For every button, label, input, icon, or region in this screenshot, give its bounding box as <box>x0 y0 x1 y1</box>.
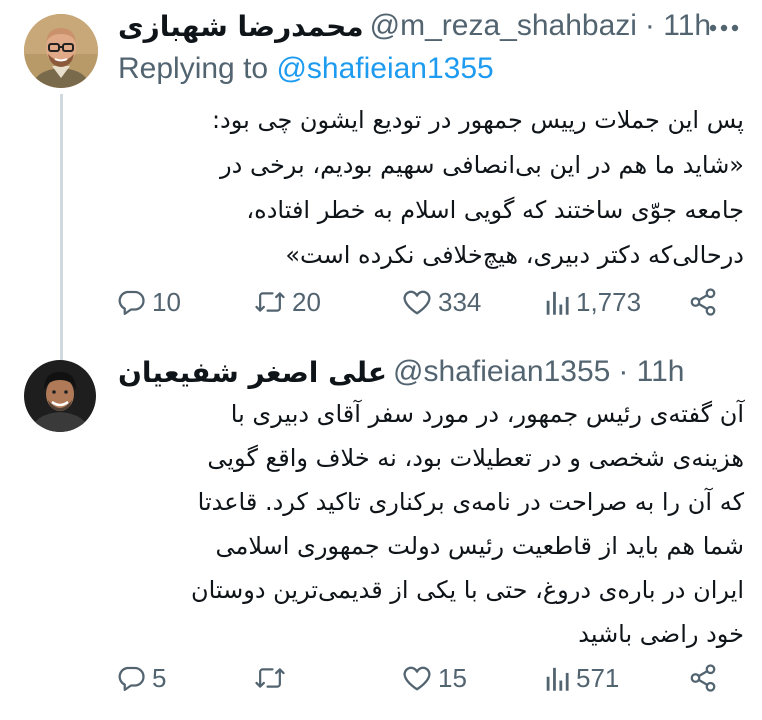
tweet-text-line: جامعه جوّی ساختند که گویی اسلام به خطر ا… <box>246 196 744 224</box>
like-count: 15 <box>438 662 467 693</box>
tweet[interactable]: محمدرضا شهبازی @m_reza_shahbazi · 11h Re… <box>0 0 762 366</box>
reply-bubble-icon <box>118 666 145 691</box>
tweet-text-line: که آن را به صراحت در نامه‌ی برکناری تاکی… <box>197 488 744 516</box>
tweet-text: پس این جملات رییس جمهور در تودیع ایشون چ… <box>118 98 744 278</box>
replying-prefix: Replying to <box>118 52 269 85</box>
heart-icon <box>403 290 431 315</box>
like-button[interactable]: 15 <box>402 658 467 698</box>
share-button[interactable] <box>688 658 718 698</box>
share-nodes-icon <box>690 288 716 316</box>
tweet-header: محمدرضا شهبازی @m_reza_shahbazi · 11h <box>118 4 711 48</box>
share-nodes-icon <box>690 664 716 692</box>
tweet-time[interactable]: · 11h <box>618 355 684 389</box>
tweet-text-line: شما هم باید از قاطعیت رئیس دولت جمهوری ا… <box>215 532 744 560</box>
user-handle[interactable]: @m_reza_shahbazi <box>370 9 637 43</box>
reply-button[interactable]: 10 <box>116 282 181 322</box>
tweet-text-line: ایران در باره‌ی دروغ، حتی با یکی از قدیم… <box>190 576 744 604</box>
views-button[interactable]: 571 <box>544 658 619 698</box>
more-dots-icon <box>709 24 739 32</box>
tweet-text-line: هزینه‌ی شخصی و در تعطیلات بود، نه خلاف و… <box>207 444 744 472</box>
avatar-image <box>24 14 98 88</box>
tweet-header: علی اصغر شفیعیان @shafieian1355 · 11h <box>118 350 706 394</box>
views-bars-icon <box>546 667 569 691</box>
retweet-button[interactable] <box>254 658 292 698</box>
avatar-image <box>24 360 96 432</box>
views-bars-icon <box>546 291 569 315</box>
views-count: 1,773 <box>576 286 642 317</box>
thread-connector <box>60 94 63 366</box>
reply-button[interactable]: 5 <box>116 658 166 698</box>
tweet-text-line: درحالی‌که دکتر دبیری، هیچ‌خلافی نکرده اس… <box>285 241 744 269</box>
tweet-text-line: خود راضی باشید <box>578 620 744 648</box>
more-options-button[interactable] <box>706 10 742 46</box>
user-handle[interactable]: @shafieian1355 <box>393 355 610 389</box>
display-name[interactable]: علی اصغر شفیعیان <box>118 356 387 389</box>
views-count: 571 <box>576 662 620 693</box>
share-button[interactable] <box>688 282 718 322</box>
retweet-arrows-icon <box>255 292 285 312</box>
tweet-text-line: آن گفته‌ی رئیس جمهور، در مورد سفر آقای د… <box>230 400 744 428</box>
tweet-text-line: پس این جملات رییس جمهور در تودیع ایشون چ… <box>211 106 744 134</box>
tweet-text: آن گفته‌ی رئیس جمهور، در مورد سفر آقای د… <box>118 392 744 656</box>
like-count: 334 <box>438 286 482 317</box>
action-bar: 5 15 571 <box>112 658 722 698</box>
tweet[interactable]: علی اصغر شفیعیان @shafieian1355 · 11h آن… <box>0 340 762 720</box>
views-button[interactable]: 1,773 <box>544 282 641 322</box>
retweet-button[interactable]: 20 <box>254 282 321 322</box>
reply-count: 10 <box>152 286 181 317</box>
reply-count: 5 <box>152 662 167 693</box>
like-button[interactable]: 334 <box>402 282 481 322</box>
avatar[interactable] <box>24 360 96 432</box>
reply-bubble-icon <box>118 290 145 315</box>
tweet-time[interactable]: · 11h <box>645 9 711 43</box>
reply-mention-link[interactable]: @shafieian1355 <box>276 52 493 85</box>
replying-to: Replying to @shafieian1355 <box>118 52 494 86</box>
retweet-count: 20 <box>292 286 321 317</box>
heart-icon <box>403 666 431 691</box>
retweet-arrows-icon <box>255 668 285 688</box>
avatar[interactable] <box>24 14 98 88</box>
action-bar: 10 20 334 1,773 <box>112 282 722 322</box>
display-name[interactable]: محمدرضا شهبازی <box>118 10 364 43</box>
tweet-text-line: «شاید ما هم در این بی‌انصافی سهیم بودیم،… <box>220 151 744 179</box>
